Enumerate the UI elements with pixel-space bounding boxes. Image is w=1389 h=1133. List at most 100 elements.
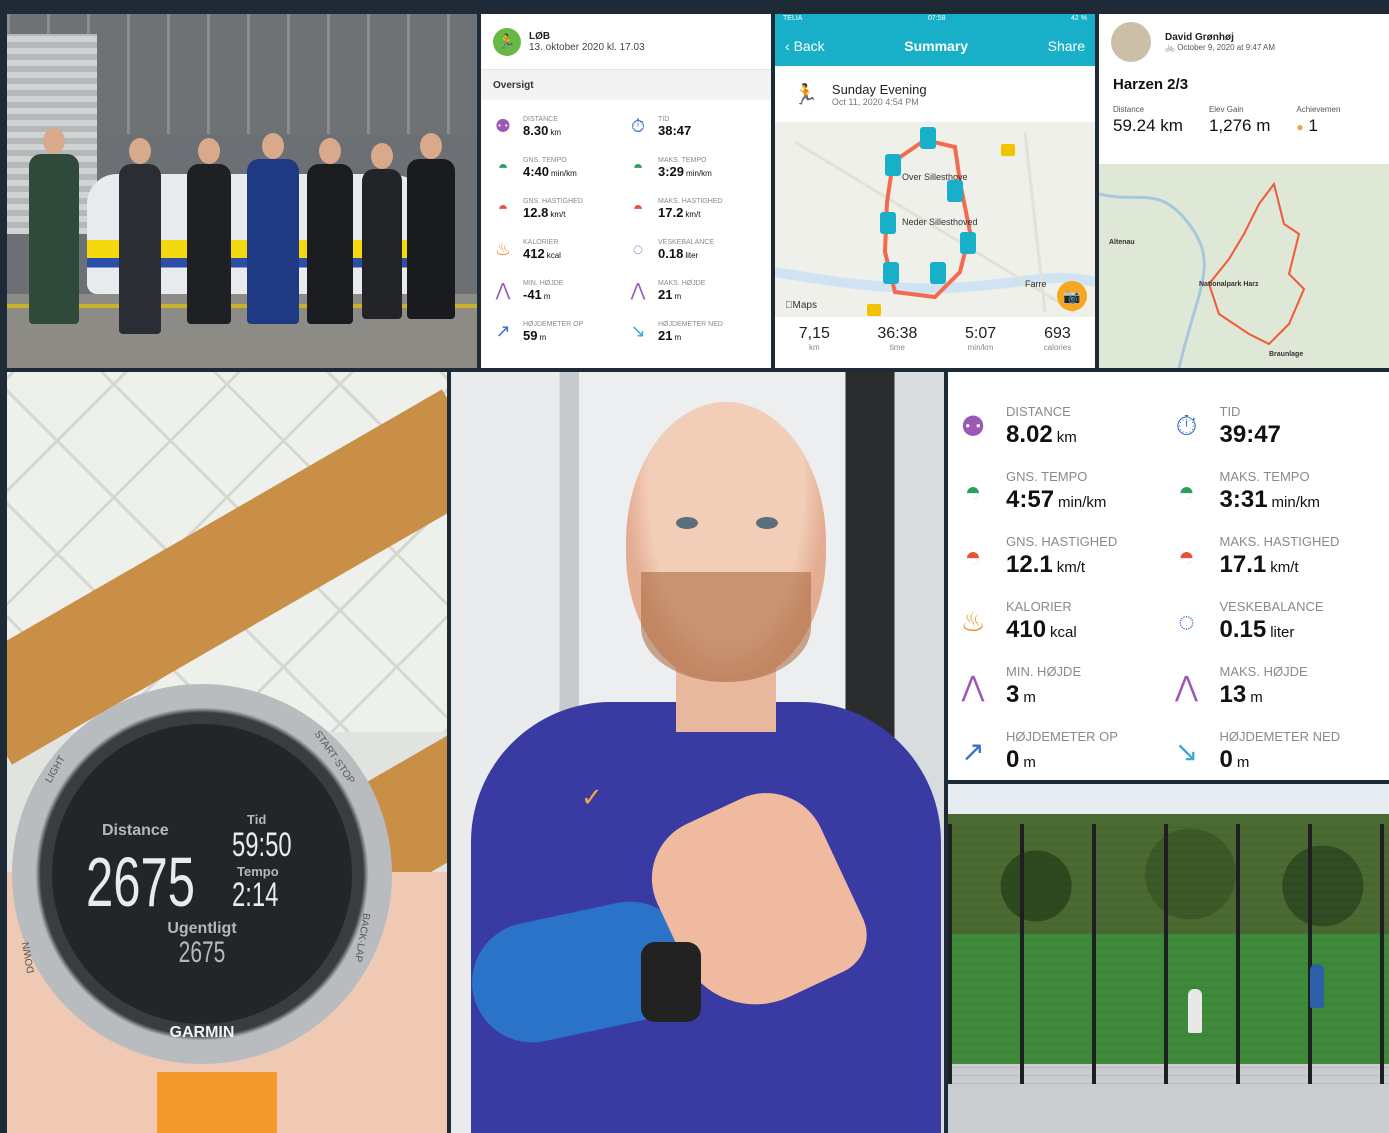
ride-stat: Elev Gain 1,276 m	[1208, 105, 1271, 135]
speedometer-icon: ◓	[632, 157, 644, 177]
stat-min-højde: ⋀ MIN. HØJDE 3 m	[952, 654, 1166, 719]
stat-gns-hastighed: ◓ GNS. HASTIGHED 12.8 km/t	[491, 188, 626, 229]
stat-kalorier: ♨ KALORIER 412 kcal	[491, 229, 626, 270]
stat-value: 12.1 km/t	[1006, 551, 1086, 578]
stat-label: HØJDEMETER NED	[1219, 729, 1341, 744]
stat-value: 410 kcal	[1006, 616, 1077, 643]
sport-watch	[641, 942, 701, 1022]
stat-value: 12.8 km/t	[523, 204, 566, 220]
beard	[641, 572, 811, 682]
stat-tid: ⏱ TID 39:47	[1166, 394, 1380, 459]
summary-screen: TELIA 07:58 42 % ‹ Back Summary Share 🏃 …	[775, 14, 1095, 368]
athlete-name: David Grønhøj	[1165, 32, 1234, 43]
stat-label: MIN. HØJDE	[1006, 664, 1082, 679]
water-drops-icon: ◌	[1178, 605, 1195, 637]
person	[307, 138, 353, 324]
flame-icon: ♨	[494, 239, 512, 259]
stat-value: 59 m	[523, 327, 547, 343]
stat-label: MAKS. TEMPO	[1219, 469, 1310, 484]
svg-text:Altenau: Altenau	[1109, 239, 1135, 246]
speedometer-icon: ◓	[964, 475, 982, 507]
ride-map-canvas: Altenau Nationalpark Harz Braunlage	[1099, 181, 1306, 368]
stat-value: 13 m	[1219, 681, 1263, 708]
stat-value: 17.2 km/t	[658, 204, 701, 220]
activity-header: 🏃 LØB 13. oktober 2020 kl. 17.03	[481, 14, 771, 70]
stat-label: HØJDEMETER NED	[658, 320, 723, 328]
player	[1188, 989, 1202, 1033]
stat-højdemeter-op: ↗ HØJDEMETER OP 59 m	[491, 311, 626, 352]
person	[247, 133, 299, 324]
carrier: TELIA	[783, 15, 803, 22]
stat-højdemeter-op: ↗ HØJDEMETER OP 0 m	[952, 719, 1166, 780]
ride-stat: Achievemen ● 1	[1296, 105, 1341, 135]
run-stats-large: ⚉ DISTANCE 8.02 km ⏱ TID 39:47 ◓ GNS. TEMPO 4:57 m…	[948, 372, 1389, 780]
stat-label: HØJDEMETER OP	[1006, 729, 1118, 744]
ride-map[interactable]: Altenau Nationalpark Harz Braunlage	[1099, 164, 1389, 368]
location-pins-icon: ⚉	[960, 411, 986, 442]
watch-time-value: 59:50	[232, 826, 292, 864]
section-title: Oversigt	[481, 70, 771, 100]
runner-icon: 🏃	[793, 83, 818, 106]
watch-distance-value: 2675	[86, 843, 196, 921]
ride-stat: Distance 59.24 km	[1113, 105, 1183, 135]
ride-title: Harzen 2/3	[1113, 76, 1189, 93]
bike-icon: 🚲	[1165, 43, 1175, 52]
flame-icon: ♨	[960, 606, 986, 637]
speedometer-icon: ◓	[1178, 540, 1195, 572]
summary-total: 7,15 km	[798, 325, 830, 352]
runner-icon: 🏃	[493, 27, 521, 56]
svg-text:Over Sillesthove: Over Sillesthove	[902, 172, 968, 182]
stat-tid: ⏱ TID 38:47	[626, 106, 761, 147]
stat-maks-hastighed: ◓ MAKS. HASTIGHED 17.1 km/t	[1166, 524, 1380, 589]
stat-distance: ⚉ DISTANCE 8.30 km	[491, 106, 626, 147]
stat-gns-tempo: ◓ GNS. TEMPO 4:57 min/km	[952, 459, 1166, 524]
watch-distance-label: Distance	[102, 822, 169, 839]
stats-grid: ⚉ DISTANCE 8.30 km ⏱ TID 38:47 ◓ GNS. TEMPO 4:40 m…	[481, 100, 771, 352]
stat-label: DISTANCE	[523, 115, 558, 123]
mountain-icon: ⋀	[961, 671, 985, 702]
svg-text:Farre: Farre	[1025, 279, 1047, 289]
athlete-row[interactable]: David Grønhøj 🚲 October 9, 2020 at 9:47 …	[1099, 14, 1389, 70]
camera-button[interactable]: 📷	[1057, 281, 1087, 311]
stat-maks-tempo: ◓ MAKS. TEMPO 3:31 min/km	[1166, 459, 1380, 524]
stat-maks-højde: ⋀ MAKS. HØJDE 21 m	[626, 270, 761, 311]
stopwatch-icon: ⏱	[1175, 410, 1198, 441]
stat-label: GNS. TEMPO	[1006, 469, 1088, 484]
stat-label: GNS. HASTIGHED	[523, 197, 583, 205]
route-map[interactable]: Over Sillesthove Neder Sillesthoved Farr…	[775, 122, 1095, 317]
stat-value: 38:47	[658, 122, 692, 138]
activity-date: Oct 11, 2020 4:54 PM	[831, 96, 919, 107]
stat-label: MIN. HØJDE	[523, 279, 564, 287]
stat-label: HØJDEMETER OP	[523, 320, 584, 328]
person	[187, 138, 231, 324]
run-stats-screen: 🏃 LØB 13. oktober 2020 kl. 17.03 Oversig…	[481, 14, 771, 368]
stat-label: VESKEBALANCE	[1219, 599, 1324, 614]
status-bar: TELIA 07:58 42 %	[775, 14, 1095, 26]
stat-value: 3m	[1006, 681, 1036, 708]
stat-value: 8.30 km	[523, 122, 561, 138]
mountain-icon: ⋀	[495, 280, 511, 300]
speedometer-icon: ◓	[1178, 475, 1195, 507]
watch-strap	[157, 1072, 277, 1133]
stat-højdemeter-ned: ↘ HØJDEMETER NED 0 m	[1166, 719, 1380, 780]
avatar[interactable]	[1111, 22, 1151, 62]
activity-type: LØB	[529, 30, 551, 42]
stat-gns-tempo: ◓ GNS. TEMPO 4:40 min/km	[491, 147, 626, 188]
svg-text:Neder Sillesthoved: Neder Sillesthoved	[902, 217, 978, 227]
stat-label: GNS. HASTIGHED	[1006, 534, 1118, 549]
back-button[interactable]: ‹ Back	[785, 38, 825, 54]
stat-value: 412 kcal	[523, 245, 561, 261]
speedometer-icon: ◓	[964, 540, 982, 572]
stat-label: MAKS. HØJDE	[658, 279, 706, 287]
watch-time-label: Tid	[247, 812, 267, 827]
activity-row[interactable]: 🏃 Sunday Evening Oct 11, 2020 4:54 PM	[775, 66, 1095, 122]
stat-value: 0.15 liter	[1219, 616, 1295, 643]
activity-date: 13. oktober 2020 kl. 17.03	[529, 41, 645, 53]
speedometer-icon: ◓	[497, 157, 509, 177]
svg-text:Nationalpark Harz: Nationalpark Harz	[1199, 281, 1259, 288]
watch-tempo-value: 2:14	[232, 876, 279, 914]
stat-label: KALORIER	[523, 238, 559, 246]
stat-value: 8.02 km	[1006, 421, 1077, 448]
stat-value: -41 m	[523, 286, 551, 302]
share-button[interactable]: Share	[1048, 38, 1085, 54]
